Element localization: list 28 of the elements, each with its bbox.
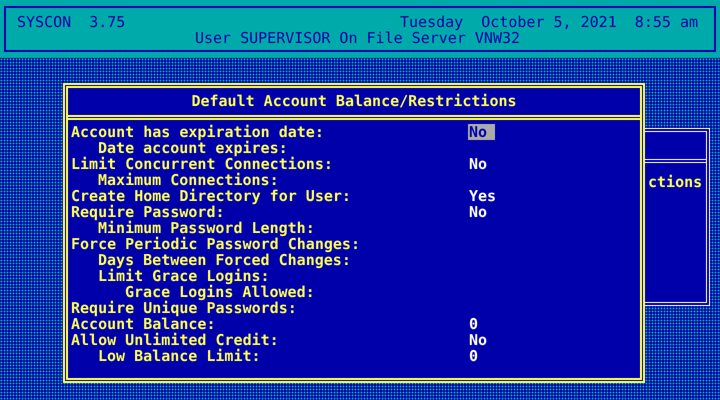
window-text: ctions: [648, 174, 702, 190]
field-value[interactable]: No: [468, 124, 495, 140]
field-label: Require Unique Passwords:: [71, 300, 298, 316]
app-version: 3.75: [89, 14, 126, 30]
field-label: Require Password:: [71, 204, 225, 220]
field-value[interactable]: No: [468, 204, 488, 220]
field-label: Days Between Forced Changes:: [97, 252, 351, 268]
field-label: Grace Logins Allowed:: [125, 284, 316, 300]
dialog-title: Default Account Balance/Restrictions: [68, 88, 640, 120]
field-value[interactable]: Yes: [468, 188, 498, 204]
app-name: SYSCON: [17, 14, 72, 30]
field-label: Limit Concurrent Connections:: [71, 156, 334, 172]
user-server-line: User SUPERVISOR On File Server VNW32: [194, 30, 522, 46]
field-label: Date account expires:: [98, 140, 288, 156]
field-label: Create Home Directory for User:: [71, 188, 352, 204]
field-label: Low Balance Limit:: [97, 348, 262, 364]
field-label: Account Balance:: [71, 316, 216, 332]
field-label: Maximum Connections:: [97, 172, 280, 188]
field-label: Account has expiration date:: [71, 124, 325, 140]
field-label: Limit Grace Logins:: [97, 268, 271, 284]
field-value[interactable]: No: [468, 156, 488, 172]
field-value[interactable]: 0: [468, 348, 480, 364]
field-value[interactable]: 0: [468, 316, 480, 332]
field-label: Force Periodic Password Changes:: [71, 236, 361, 252]
field-label: Allow Unlimited Credit:: [71, 332, 280, 348]
date-time: Tuesday October 5, 2021 8:55 am: [400, 14, 698, 30]
field-label: Minimum Password Length:: [98, 220, 316, 236]
field-value[interactable]: No: [468, 332, 488, 348]
